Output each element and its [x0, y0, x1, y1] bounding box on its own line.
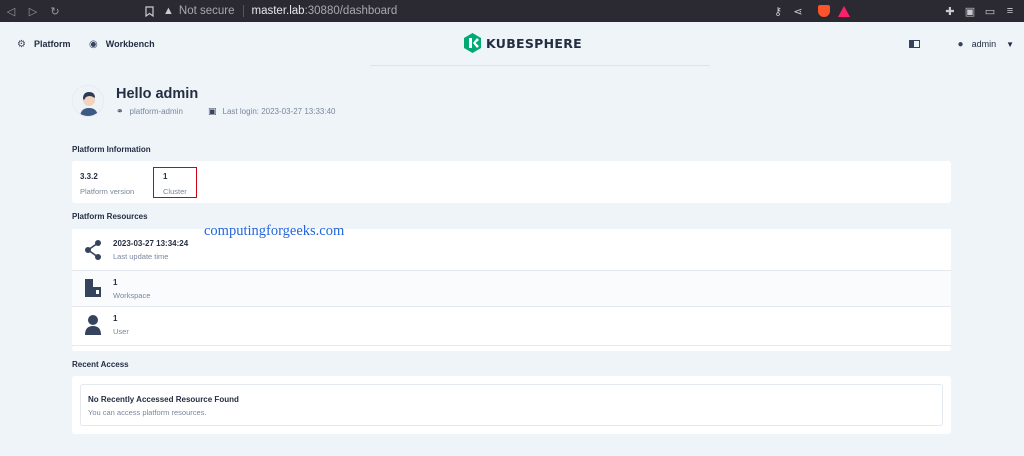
last-update-label: Last update time: [113, 252, 169, 261]
platform-version-label: Platform version: [80, 187, 135, 196]
workspace-count: 1: [113, 278, 118, 287]
user-menu[interactable]: ● admin ▼: [908, 22, 1014, 66]
forward-icon[interactable]: ▷: [22, 0, 44, 22]
workspace-label: Workspace: [113, 291, 151, 300]
kubesphere-logo-icon: [464, 33, 481, 53]
watermark: computingforgeeks.com: [204, 223, 345, 239]
platform-information-title: Platform Information: [72, 145, 151, 154]
wallet-icon[interactable]: ▭: [980, 0, 1000, 22]
last-update-value: 2023-03-27 13:34:24: [113, 239, 189, 248]
url-path: :30880/dashboard: [304, 5, 398, 17]
platform-resources-title: Platform Resources: [72, 212, 148, 221]
gear-icon: ⚙: [17, 38, 26, 50]
menu-icon[interactable]: ≡: [1000, 0, 1020, 22]
workbench-link[interactable]: ◉ Workbench: [89, 22, 155, 66]
platform-version-value: 3.3.2: [80, 172, 98, 181]
user-role: ⚭ platform-admin: [116, 104, 183, 118]
key-icon[interactable]: ⚷: [768, 0, 788, 22]
sidebar-icon[interactable]: ▣: [960, 0, 980, 22]
highlight-box: [153, 167, 197, 198]
share-page-icon[interactable]: ⋖: [788, 0, 808, 22]
recent-access-empty-box: [80, 384, 943, 426]
resource-row-user[interactable]: 1 User: [72, 307, 951, 345]
resources-card-footer: [72, 346, 951, 351]
user-icon: [83, 314, 103, 336]
bookmark-icon[interactable]: [140, 2, 158, 20]
chevron-down-icon: ▼: [1006, 39, 1014, 49]
user-label: User: [113, 327, 129, 336]
address-bar[interactable]: ▲ Not secure master.lab:30880/dashboard: [163, 0, 397, 22]
header-divider: [370, 65, 710, 66]
avatar: [72, 85, 104, 117]
brave-shield-icon[interactable]: [814, 0, 834, 22]
user-count: 1: [113, 314, 118, 323]
warning-icon: ▲: [163, 5, 174, 17]
address-divider: [242, 5, 244, 17]
back-icon[interactable]: ◁: [0, 0, 22, 22]
last-login-label: Last login: 2023-03-27 13:33:40: [222, 106, 336, 116]
recent-access-title: Recent Access: [72, 360, 129, 369]
workbench-label: Workbench: [105, 39, 155, 49]
greeting: Hello admin: [116, 86, 199, 102]
person-icon: ●: [957, 38, 964, 50]
recent-empty-sub: You can access platform resources.: [88, 408, 207, 417]
last-login: ▣ Last login: 2023-03-27 13:33:40: [208, 104, 336, 118]
kubesphere-logo[interactable]: KUBESPHERE: [464, 33, 582, 53]
address-tools: ⚷ ⋖: [768, 0, 854, 22]
platform-label: Platform: [33, 39, 71, 49]
share-icon: [83, 239, 103, 261]
extensions-icon[interactable]: ✚: [940, 0, 960, 22]
role-icon: ⚭: [116, 105, 124, 116]
login-history-icon: ▣: [208, 105, 217, 116]
rewards-icon[interactable]: [834, 0, 854, 22]
user-name: admin: [971, 39, 997, 49]
recent-empty-title: No Recently Accessed Resource Found: [88, 395, 239, 404]
browser-extensions: ✚ ▣ ▭ ≡: [940, 0, 1020, 22]
logo-text: KUBESPHERE: [486, 35, 583, 51]
app-header: ⚙ Platform ◉ Workbench KUBESPHERE ● admi…: [0, 22, 1024, 66]
reload-icon[interactable]: ↻: [44, 0, 66, 22]
role-label: platform-admin: [129, 106, 183, 116]
platform-information-card: [72, 161, 951, 203]
workbench-icon: ◉: [89, 38, 98, 50]
url-host: master.lab: [251, 5, 305, 17]
resource-row-workspace[interactable]: 1 Workspace: [72, 271, 951, 306]
platform-menu[interactable]: ⚙ Platform: [17, 22, 70, 66]
platform-version: 3.3.2 Platform version: [80, 172, 134, 196]
security-label: Not secure: [178, 5, 235, 17]
workspace-icon: [83, 277, 103, 299]
panel-toggle-icon[interactable]: [908, 40, 920, 48]
